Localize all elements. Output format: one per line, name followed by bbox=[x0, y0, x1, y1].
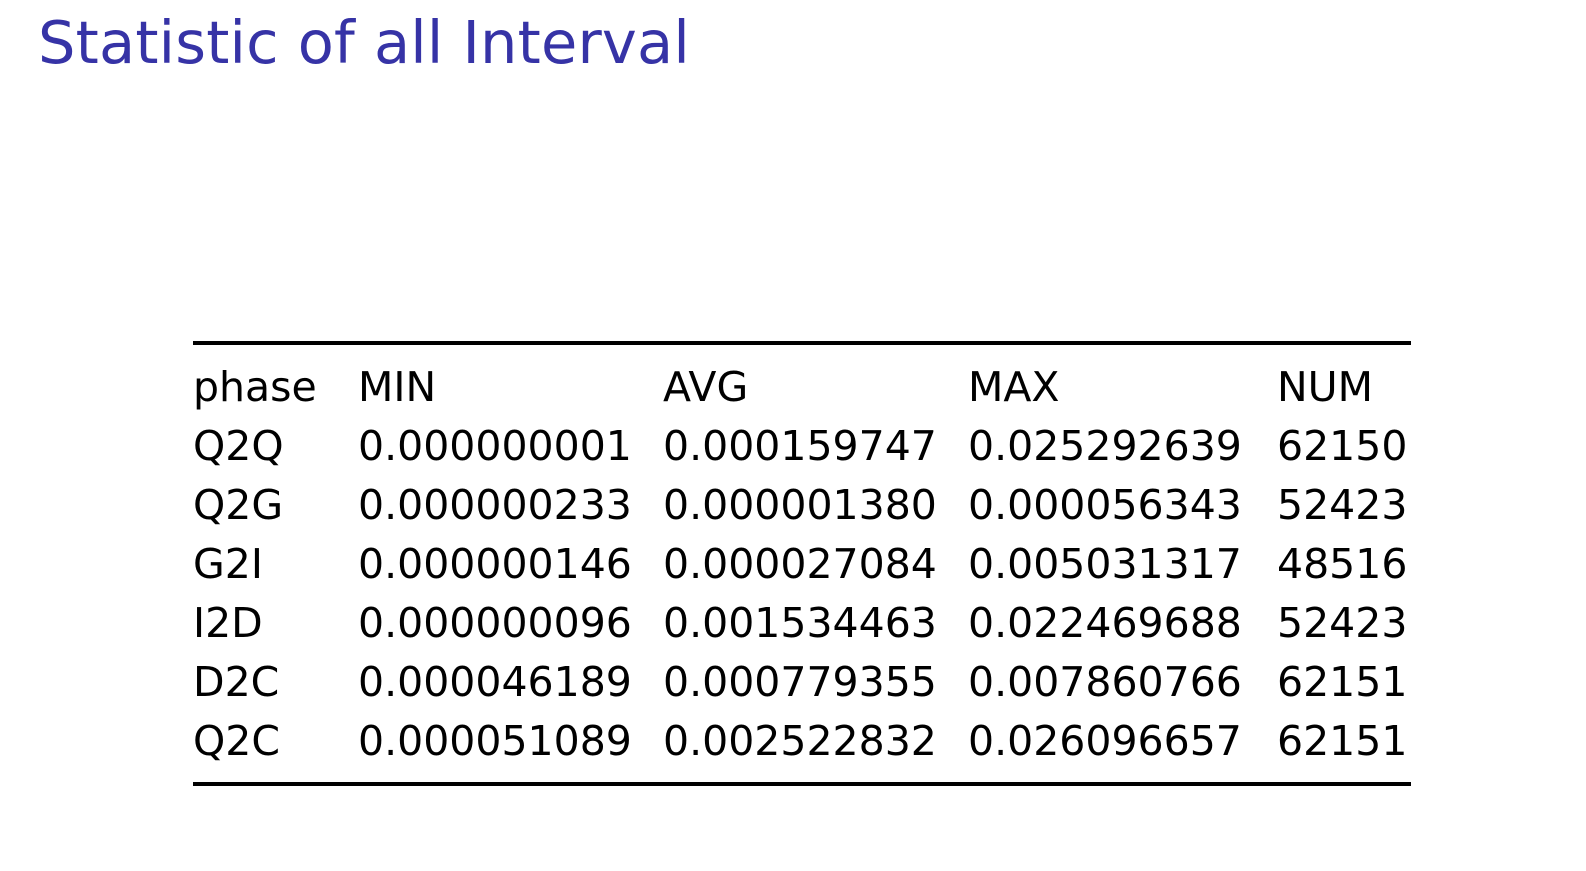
table-row: I2D 0.000000096 0.001534463 0.022469688 … bbox=[193, 594, 1411, 653]
cell-min: 0.000000233 bbox=[358, 476, 663, 535]
column-header-min-label: MIN bbox=[358, 358, 436, 417]
cell-min-value: 0.000051089 bbox=[358, 712, 632, 771]
cell-max-value: 0.026096657 bbox=[968, 712, 1242, 771]
table-head: phase MIN AVG MAX NUM bbox=[193, 358, 1411, 417]
cell-num-value: 52423 bbox=[1277, 594, 1407, 653]
column-header-num-label: NUM bbox=[1277, 358, 1373, 417]
cell-num: 52423 bbox=[1277, 476, 1411, 535]
cell-num-value: 62150 bbox=[1277, 417, 1407, 476]
slide: Statistic of all Interval phase MIN AVG … bbox=[0, 0, 1586, 871]
table-row: D2C 0.000046189 0.000779355 0.007860766 … bbox=[193, 653, 1411, 712]
cell-num: 62151 bbox=[1277, 712, 1411, 771]
cell-max: 0.000056343 bbox=[968, 476, 1277, 535]
cell-avg-value: 0.001534463 bbox=[663, 594, 937, 653]
table-row: Q2G 0.000000233 0.000001380 0.000056343 … bbox=[193, 476, 1411, 535]
cell-phase: D2C bbox=[193, 653, 358, 712]
cell-min: 0.000000001 bbox=[358, 417, 663, 476]
cell-min: 0.000051089 bbox=[358, 712, 663, 771]
cell-phase-value: Q2G bbox=[193, 476, 283, 535]
cell-min-value: 0.000000096 bbox=[358, 594, 632, 653]
page-title: Statistic of all Interval bbox=[38, 12, 690, 74]
cell-max: 0.005031317 bbox=[968, 535, 1277, 594]
cell-avg: 0.000001380 bbox=[663, 476, 968, 535]
cell-min-value: 0.000000001 bbox=[358, 417, 632, 476]
cell-avg-value: 0.000779355 bbox=[663, 653, 937, 712]
cell-phase: Q2Q bbox=[193, 417, 358, 476]
cell-avg-value: 0.000001380 bbox=[663, 476, 937, 535]
cell-num-value: 62151 bbox=[1277, 653, 1407, 712]
cell-min-value: 0.000046189 bbox=[358, 653, 632, 712]
interval-statistics-table: phase MIN AVG MAX NUM Q2Q 0.000000001 0.… bbox=[193, 358, 1411, 771]
cell-phase-value: I2D bbox=[193, 594, 263, 653]
cell-avg: 0.002522832 bbox=[663, 712, 968, 771]
cell-phase: G2I bbox=[193, 535, 358, 594]
cell-phase-value: Q2C bbox=[193, 712, 280, 771]
cell-avg: 0.001534463 bbox=[663, 594, 968, 653]
cell-min: 0.000000146 bbox=[358, 535, 663, 594]
cell-phase-value: Q2Q bbox=[193, 417, 284, 476]
column-header-phase: phase bbox=[193, 358, 358, 417]
cell-num: 48516 bbox=[1277, 535, 1411, 594]
table-header-row: phase MIN AVG MAX NUM bbox=[193, 358, 1411, 417]
cell-min-value: 0.000000233 bbox=[358, 476, 632, 535]
table-top-rule-spacer bbox=[193, 345, 1411, 358]
cell-min-value: 0.000000146 bbox=[358, 535, 632, 594]
cell-min: 0.000046189 bbox=[358, 653, 663, 712]
cell-phase-value: G2I bbox=[193, 535, 263, 594]
cell-num-value: 52423 bbox=[1277, 476, 1407, 535]
cell-max: 0.025292639 bbox=[968, 417, 1277, 476]
table-bottom-rule-spacer bbox=[193, 771, 1411, 782]
cell-max-value: 0.005031317 bbox=[968, 535, 1242, 594]
column-header-avg-label: AVG bbox=[663, 358, 748, 417]
column-header-max: MAX bbox=[968, 358, 1277, 417]
column-header-avg: AVG bbox=[663, 358, 968, 417]
cell-max: 0.007860766 bbox=[968, 653, 1277, 712]
table-row: G2I 0.000000146 0.000027084 0.005031317 … bbox=[193, 535, 1411, 594]
cell-max-value: 0.000056343 bbox=[968, 476, 1242, 535]
column-header-phase-label: phase bbox=[193, 358, 317, 417]
cell-max-value: 0.007860766 bbox=[968, 653, 1242, 712]
cell-num: 62151 bbox=[1277, 653, 1411, 712]
cell-phase: Q2G bbox=[193, 476, 358, 535]
cell-max-value: 0.025292639 bbox=[968, 417, 1242, 476]
cell-num: 52423 bbox=[1277, 594, 1411, 653]
cell-min: 0.000000096 bbox=[358, 594, 663, 653]
table-body: Q2Q 0.000000001 0.000159747 0.025292639 … bbox=[193, 417, 1411, 771]
cell-avg: 0.000159747 bbox=[663, 417, 968, 476]
column-header-min: MIN bbox=[358, 358, 663, 417]
cell-max: 0.022469688 bbox=[968, 594, 1277, 653]
cell-avg-value: 0.000159747 bbox=[663, 417, 937, 476]
table-row: Q2Q 0.000000001 0.000159747 0.025292639 … bbox=[193, 417, 1411, 476]
cell-avg: 0.000779355 bbox=[663, 653, 968, 712]
cell-phase-value: D2C bbox=[193, 653, 279, 712]
cell-avg: 0.000027084 bbox=[663, 535, 968, 594]
cell-avg-value: 0.000027084 bbox=[663, 535, 937, 594]
cell-phase: I2D bbox=[193, 594, 358, 653]
cell-num: 62150 bbox=[1277, 417, 1411, 476]
column-header-max-label: MAX bbox=[968, 358, 1060, 417]
cell-num-value: 48516 bbox=[1277, 535, 1407, 594]
column-header-num: NUM bbox=[1277, 358, 1411, 417]
cell-max: 0.026096657 bbox=[968, 712, 1277, 771]
table-row: Q2C 0.000051089 0.002522832 0.026096657 … bbox=[193, 712, 1411, 771]
cell-max-value: 0.022469688 bbox=[968, 594, 1242, 653]
cell-phase: Q2C bbox=[193, 712, 358, 771]
statistics-table-container: phase MIN AVG MAX NUM Q2Q 0.000000001 0.… bbox=[193, 341, 1411, 786]
cell-num-value: 62151 bbox=[1277, 712, 1407, 771]
table-bottom-rule bbox=[193, 782, 1411, 786]
cell-avg-value: 0.002522832 bbox=[663, 712, 937, 771]
